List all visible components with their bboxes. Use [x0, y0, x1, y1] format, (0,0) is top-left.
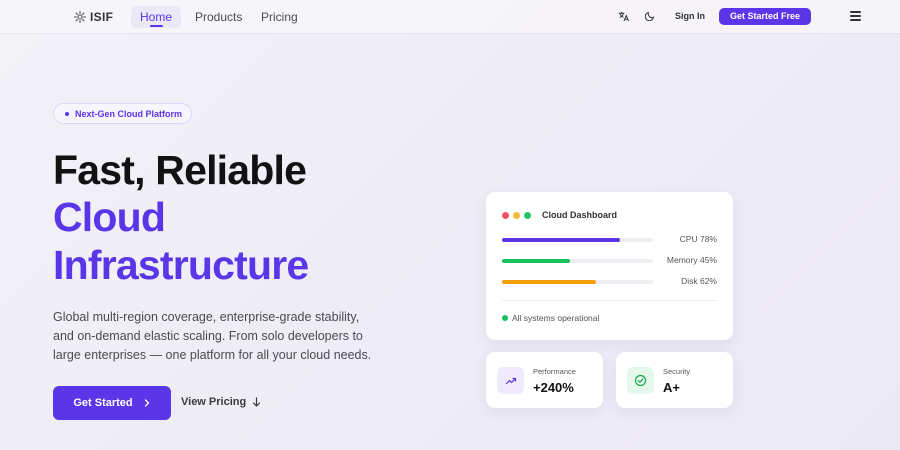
nav-link-home[interactable]: Home	[131, 6, 181, 28]
system-status: All systems operational	[502, 313, 599, 323]
get-started-label: Get Started	[73, 397, 133, 409]
window-dot-red	[502, 211, 509, 219]
hero-badge: Next-Gen Cloud Platform	[53, 103, 192, 124]
hero-description: Global multi-region coverage, enterprise…	[53, 310, 372, 362]
status-text: All systems operational	[512, 313, 600, 323]
active-indicator	[150, 25, 163, 27]
view-pricing-button[interactable]: View Pricing	[181, 396, 261, 408]
cloud-dashboard-card: Cloud Dashboard CPU 78% Memory 45% Disk …	[486, 192, 733, 340]
top-navbar: ISIF Home Products Pricing Sign In Get S…	[0, 0, 900, 34]
chevron-right-icon	[144, 399, 150, 407]
performance-label: Performance	[533, 367, 576, 376]
badge-dot	[65, 111, 69, 116]
security-value: A+	[663, 380, 680, 395]
metric-fill	[502, 259, 570, 263]
badge-text: Next-Gen Cloud Platform	[75, 108, 183, 119]
metric-track	[502, 238, 653, 242]
window-dot-yellow	[513, 211, 520, 219]
nav-link-products[interactable]: Products	[195, 10, 242, 24]
metric-label: Memory 45%	[666, 255, 717, 265]
dashboard-title: Cloud Dashboard	[542, 210, 618, 220]
security-label: Security	[663, 367, 691, 376]
view-pricing-label: View Pricing	[181, 396, 247, 408]
window-dot-green	[524, 211, 531, 219]
trending-up-icon	[497, 367, 524, 394]
moon-icon[interactable]	[643, 9, 657, 23]
check-circle-icon	[627, 367, 654, 394]
logo[interactable]: ISIF	[73, 10, 113, 24]
metric-memory: Memory 45%	[502, 255, 717, 267]
nav-link-home-label: Home	[139, 10, 172, 24]
metric-track	[502, 280, 653, 284]
metric-fill	[502, 238, 620, 242]
hamburger-menu-icon[interactable]	[850, 11, 861, 21]
status-dot	[502, 315, 508, 321]
performance-card: Performance +240%	[486, 352, 603, 408]
performance-value: +240%	[533, 380, 574, 395]
arrow-down-icon	[253, 397, 261, 407]
dashboard-header: Cloud Dashboard	[502, 210, 617, 220]
logo-icon	[74, 11, 86, 23]
security-card: Security A+	[616, 352, 733, 408]
hero-title-line-3: Infrastructure	[53, 242, 309, 288]
logo-text: ISIF	[90, 10, 114, 24]
metric-track	[502, 259, 653, 263]
nav-link-pricing[interactable]: Pricing	[261, 10, 298, 24]
hero-title-line-1: Fast, Reliable	[53, 147, 307, 193]
metric-fill	[502, 280, 596, 284]
get-started-button[interactable]: Get Started	[53, 386, 171, 420]
hero-title-line-2: Cloud	[53, 194, 166, 240]
sign-in-link[interactable]: Sign In	[675, 11, 705, 21]
divider	[502, 300, 717, 301]
translate-icon[interactable]	[616, 9, 630, 23]
metric-disk: Disk 62%	[502, 276, 717, 288]
metric-cpu: CPU 78%	[502, 234, 717, 246]
metric-label: CPU 78%	[679, 234, 717, 244]
get-started-free-button[interactable]: Get Started Free	[719, 8, 811, 25]
metric-label: Disk 62%	[681, 276, 717, 286]
